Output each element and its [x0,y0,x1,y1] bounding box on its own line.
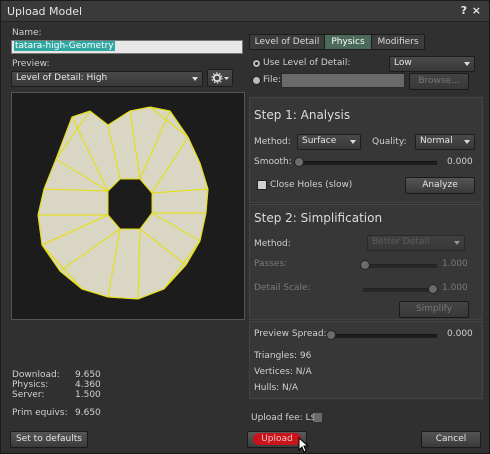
preview-spread-label: Preview Spread: [254,329,327,339]
chevron-down-icon [464,140,470,144]
chevron-down-icon [350,140,356,144]
mouse-cursor-icon [298,437,310,453]
smooth-value: 0.000 [447,157,473,167]
close-holes-checkbox[interactable] [257,180,267,190]
chevron-down-icon [454,241,460,245]
model-preview[interactable] [11,92,245,320]
upload-model-window: Upload Model ? × Name: tatara-high-Geome… [0,0,490,454]
use-lod-select[interactable]: Low [389,56,475,72]
physics-label: Physics: [12,380,49,390]
name-value: tatara-high-Geometry [14,41,115,51]
triangles-count: Triangles: 96 [254,351,312,361]
analysis-method-value: Surface [302,136,337,146]
tab-level-of-detail[interactable]: Level of Detail [249,34,325,50]
passes-slider-handle[interactable] [360,260,370,270]
download-value: 9.650 [75,370,101,380]
help-icon[interactable]: ? [461,4,467,17]
physics-value: 4.360 [75,380,101,390]
smooth-label: Smooth: [254,157,292,167]
preview-lod-value: Level of Detail: High [16,73,108,83]
preview-spread-value: 0.000 [447,329,473,339]
set-to-defaults-button[interactable]: Set to defaults [10,431,88,448]
tab-physics[interactable]: Physics [324,34,372,50]
file-radio[interactable] [252,76,261,85]
hulls-count: Hulls: N/A [254,383,298,393]
step2-title: Step 2: Simplification [254,211,383,225]
passes-value: 1.000 [442,259,468,269]
analyze-button[interactable]: Analyze [405,177,475,194]
gear-icon [211,72,229,84]
preview-spread-slider[interactable] [329,334,437,338]
simplify-method-value: Better Detail [372,237,430,247]
step1-title: Step 1: Analysis [254,108,351,122]
upload-button-label: Upload [253,433,301,445]
tab-modifiers[interactable]: Modifiers [371,34,425,50]
chevron-down-icon [192,77,198,81]
upload-fee-label: Upload fee: L$ [251,413,317,423]
vertices-count: Vertices: N/A [254,367,312,377]
download-label: Download: [12,370,60,380]
method-label: Method: [254,137,291,147]
chevron-down-icon [464,62,470,66]
analysis-method-select[interactable]: Surface [297,134,361,150]
name-field[interactable]: tatara-high-Geometry [11,40,243,54]
use-lod-radio[interactable] [252,59,261,68]
preview-options-button[interactable] [207,69,233,87]
title-bar: Upload Model ? × [1,1,489,22]
passes-slider[interactable] [363,264,437,268]
preview-label: Preview: [12,59,50,69]
file-path-field[interactable] [281,73,405,88]
server-label: Server: [12,390,45,400]
use-lod-label: Use Level of Detail: [263,58,351,68]
preview-spread-slider-handle[interactable] [326,330,336,340]
detail-scale-label: Detail Scale: [254,283,311,293]
smooth-slider[interactable] [297,161,437,165]
upload-fee-value-box [314,413,322,422]
close-icon[interactable]: × [472,4,481,17]
server-value: 1.500 [75,390,101,400]
detail-scale-slider-handle[interactable] [428,284,438,294]
use-lod-value: Low [394,58,412,68]
name-label: Name: [12,28,42,38]
passes-label: Passes: [254,259,288,269]
preview-lod-select[interactable]: Level of Detail: High [11,71,203,87]
quality-select[interactable]: Normal [415,134,475,150]
quality-value: Normal [420,136,453,146]
smooth-slider-handle[interactable] [294,157,304,167]
window-title: Upload Model [7,5,83,18]
detail-scale-slider[interactable] [363,288,437,292]
prim-equivs-value: 9.650 [75,408,101,418]
browse-button[interactable]: Browse... [409,73,469,90]
simplify-method-select[interactable]: Better Detail [367,235,465,251]
file-label: File: [263,75,282,85]
quality-label: Quality: [372,137,407,147]
detail-scale-value: 1.000 [442,283,468,293]
mesh-preview-image [37,106,209,300]
s2-method-label: Method: [254,239,291,249]
close-holes-label: Close Holes (slow) [270,180,353,190]
cancel-button[interactable]: Cancel [421,431,481,448]
simplify-button[interactable]: Simplify [399,301,469,318]
prim-equivs-label: Prim equivs: [12,408,68,418]
